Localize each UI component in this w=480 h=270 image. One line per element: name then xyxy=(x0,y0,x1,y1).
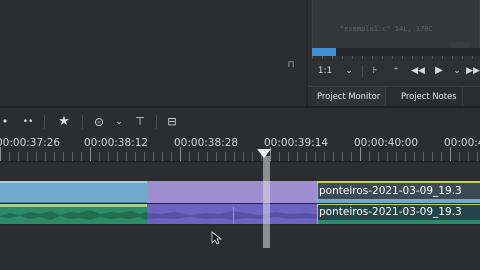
transport-separator xyxy=(362,65,363,77)
waveform-path xyxy=(0,210,147,220)
record-icon[interactable]: ⊙ xyxy=(92,114,106,130)
waveform-path-selected xyxy=(147,211,317,220)
ruler-major-tick xyxy=(180,147,181,161)
ruler-major-tick xyxy=(90,147,91,161)
favorite-star-icon[interactable]: ★ xyxy=(56,114,72,130)
tab-project-notes[interactable]: Project Notes xyxy=(396,87,463,107)
dots2-icon[interactable]: •• xyxy=(20,114,36,130)
toolbar-separator xyxy=(156,115,157,129)
timeline-ruler[interactable]: 00:00:37:26 00:00:38:12 00:00:38:28 00:0… xyxy=(0,136,480,162)
monitor-progress-fill xyxy=(312,48,336,56)
zoom-level-label[interactable]: 1:1 xyxy=(316,60,334,82)
ruler-major-tick xyxy=(360,147,361,161)
monitor-progress-track[interactable] xyxy=(312,48,480,56)
playhead-line[interactable] xyxy=(263,156,270,248)
rewind-icon[interactable]: ◀◀ xyxy=(411,60,425,82)
mouse-cursor-icon xyxy=(211,231,223,245)
set-zone-out-icon[interactable]: ⁺ xyxy=(389,60,403,82)
ruler-timecode: 00:00:38:28 xyxy=(174,137,239,149)
monitor-transport-bar: 1:1 ⌄ ⊦ ⁺ ◀◀ ▶ ⌄ ▶▶ xyxy=(312,60,480,82)
ruler-timecode: 00:00:37:26 xyxy=(0,137,61,149)
ruler-timecode: 00:00:40:00 xyxy=(354,137,419,149)
audio-clip-label: ponteiros-2021-03-09_19.3 xyxy=(318,205,480,220)
monitor-tab-bar: Project Monitor Project Notes xyxy=(308,86,480,107)
play-icon[interactable]: ▶ xyxy=(432,60,446,82)
playhead-handle[interactable] xyxy=(257,149,271,158)
ruler-timecode: 00:00:39:14 xyxy=(264,137,329,149)
monitor-ruler-ticks xyxy=(312,56,480,59)
toolbar-separator xyxy=(44,115,45,129)
dock-monitor-icon[interactable]: ⊓ xyxy=(284,58,298,72)
dropdown-caret-icon[interactable]: ⌄ xyxy=(113,114,125,130)
fit-icon[interactable]: ⊤ xyxy=(132,114,148,130)
set-zone-in-icon[interactable]: ⊦ xyxy=(368,60,382,82)
ruler-major-tick xyxy=(0,147,1,161)
audio-marker xyxy=(233,207,234,224)
ruler-timecode: 00:00:38:12 xyxy=(84,137,149,149)
zoom-dropdown-icon[interactable]: ⌄ xyxy=(343,60,355,82)
video-clip-label: ponteiros-2021-03-09_19.3 xyxy=(318,183,480,199)
tab-project-monitor[interactable]: Project Monitor xyxy=(312,87,387,107)
video-clip-edge xyxy=(0,181,147,183)
timeline-toolbar: • •• ★ ⊙ ⌄ ⊤ ⊟ xyxy=(0,108,480,136)
selected-video-clip[interactable] xyxy=(147,181,317,203)
forward-icon[interactable]: ▶▶ xyxy=(466,60,480,82)
monitor-video-frame[interactable] xyxy=(312,0,480,48)
video-clip[interactable] xyxy=(0,181,147,203)
toolbox-icon[interactable]: ⊟ xyxy=(164,114,180,130)
top-left-panel xyxy=(0,0,306,86)
ruler-ticks xyxy=(0,152,480,161)
monitor-frame-text: "exemplo1.c" 14L, 170C xyxy=(340,25,433,33)
dots-icon[interactable]: • xyxy=(0,114,10,130)
toolbar-separator xyxy=(82,115,83,129)
ruler-major-tick xyxy=(450,147,451,161)
play-dropdown-icon[interactable]: ⌄ xyxy=(450,60,464,82)
